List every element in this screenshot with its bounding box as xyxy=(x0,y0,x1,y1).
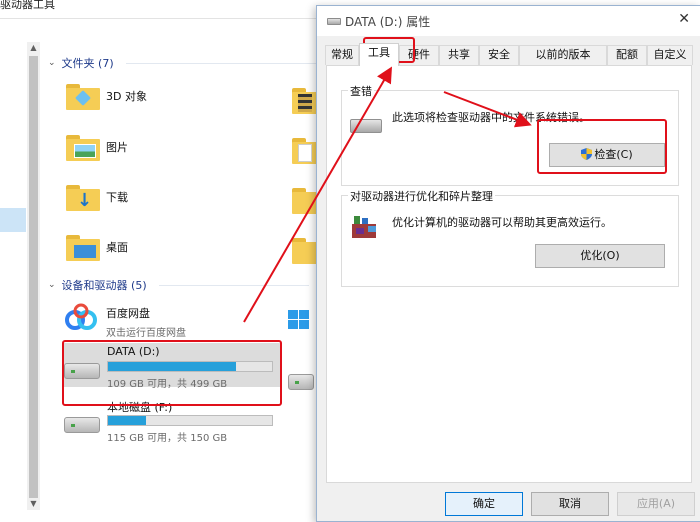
optimize-button[interactable]: 优化(O) xyxy=(535,244,665,268)
tab-bar: 常规 工具 硬件 共享 安全 以前的版本 配额 自定义 xyxy=(325,43,693,66)
drive-name: 本地磁盘 (F:) xyxy=(107,401,173,414)
drive-free-space: 115 GB 可用，共 150 GB xyxy=(107,433,228,444)
folders-group-label: 文件夹 (7) xyxy=(61,57,114,70)
drive-usage-fill xyxy=(108,362,236,371)
group-divider xyxy=(158,284,309,286)
defrag-icon xyxy=(352,216,376,238)
scroll-thumb[interactable] xyxy=(29,56,38,498)
nav-selected-item[interactable] xyxy=(0,208,26,232)
drive-usage-fill xyxy=(108,416,146,425)
netdisk-name: 百度网盘 xyxy=(106,307,150,320)
folder-item-downloads[interactable]: ↓ 下载 xyxy=(66,181,128,211)
dialog-titlebar[interactable]: DATA (D:) 属性 ✕ xyxy=(317,6,700,36)
close-icon[interactable]: ✕ xyxy=(678,11,690,27)
devices-group-header[interactable]: ⌄ 设备和驱动器 (5) xyxy=(48,277,309,293)
uac-shield-icon xyxy=(581,148,593,160)
error-check-group: 查错 此选项将检查驱动器中的文件系统错误。 检查(C) xyxy=(341,83,679,186)
ok-button[interactable]: 确定 xyxy=(445,492,523,516)
netdisk-item[interactable]: 百度网盘 双击运行百度网盘 xyxy=(64,303,186,339)
scroll-up-icon[interactable]: ▲ xyxy=(27,42,40,54)
dialog-title: DATA (D:) 属性 xyxy=(345,15,431,29)
group-divider xyxy=(125,62,326,64)
hard-drive-icon xyxy=(64,417,100,433)
folder-item-desktop[interactable]: 桌面 xyxy=(66,231,128,261)
windows-drive-icon[interactable] xyxy=(288,310,312,332)
tab-hardware[interactable]: 硬件 xyxy=(399,45,439,65)
drive-free-space: 109 GB 可用，共 499 GB xyxy=(107,379,228,390)
error-check-title: 查错 xyxy=(348,83,374,99)
folder-label: 桌面 xyxy=(106,241,128,254)
folder-label: 3D 对象 xyxy=(106,90,147,103)
tab-customize[interactable]: 自定义 xyxy=(647,45,693,65)
folders-group-header[interactable]: ⌄ 文件夹 (7) xyxy=(48,55,326,71)
check-button[interactable]: 检查(C) xyxy=(549,143,665,167)
drive-usage-bar xyxy=(107,415,273,426)
folder-label: 图片 xyxy=(106,141,128,154)
drive-item-d[interactable]: DATA (D:) 109 GB 可用，共 499 GB xyxy=(62,343,282,390)
drive-properties-dialog: DATA (D:) 属性 ✕ 常规 工具 硬件 共享 安全 以前的版本 配额 自… xyxy=(316,5,700,522)
folder-pictures-icon xyxy=(66,131,100,161)
folder-3d-objects-icon xyxy=(66,80,100,110)
folder-item-pictures[interactable]: 图片 xyxy=(66,131,128,161)
optimize-title: 对驱动器进行优化和碎片整理 xyxy=(348,188,495,204)
apply-button[interactable]: 应用(A) xyxy=(617,492,695,516)
netdisk-subtitle: 双击运行百度网盘 xyxy=(106,328,186,339)
drive-item-f[interactable]: 本地磁盘 (F:) 115 GB 可用，共 150 GB xyxy=(62,397,282,444)
devices-group-label: 设备和驱动器 (5) xyxy=(61,279,147,292)
drive-title-icon xyxy=(327,18,341,25)
hard-drive-icon xyxy=(64,363,100,379)
chevron-down-icon[interactable]: ⌄ xyxy=(48,58,56,68)
scroll-down-icon[interactable]: ▼ xyxy=(27,498,40,510)
folder-item-3d-objects[interactable]: 3D 对象 xyxy=(66,80,147,110)
hard-drive-icon[interactable] xyxy=(288,374,314,390)
nav-scrollbar[interactable]: ▲ ▼ xyxy=(27,42,40,510)
error-check-description: 此选项将检查驱动器中的文件系统错误。 xyxy=(392,111,590,124)
folder-desktop-icon xyxy=(66,231,100,261)
tab-previous-versions[interactable]: 以前的版本 xyxy=(519,45,607,65)
folder-downloads-icon: ↓ xyxy=(66,181,100,211)
navigation-pane[interactable] xyxy=(0,30,28,522)
optimize-group: 对驱动器进行优化和碎片整理 优化计算机的驱动器可以帮助其更高效运行。 优化(O) xyxy=(341,188,679,287)
tab-sharing[interactable]: 共享 xyxy=(439,45,479,65)
folder-label: 下载 xyxy=(106,191,128,204)
ribbon-tab-drive-tools[interactable]: 驱动器工具 xyxy=(0,0,55,12)
tab-quota[interactable]: 配额 xyxy=(607,45,647,65)
ribbon-divider xyxy=(0,18,320,19)
chevron-down-icon[interactable]: ⌄ xyxy=(48,280,56,290)
optimize-description: 优化计算机的驱动器可以帮助其更高效运行。 xyxy=(392,216,612,229)
check-button-label: 检查(C) xyxy=(594,148,633,161)
drive-usage-bar xyxy=(107,361,273,372)
cancel-button[interactable]: 取消 xyxy=(531,492,609,516)
tab-tools[interactable]: 工具 xyxy=(359,43,399,66)
drive-name: DATA (D:) xyxy=(107,345,160,358)
hard-drive-icon xyxy=(350,119,382,133)
tab-security[interactable]: 安全 xyxy=(479,45,519,65)
tab-general[interactable]: 常规 xyxy=(325,45,359,65)
tools-tab-panel: 查错 此选项将检查驱动器中的文件系统错误。 检查(C) 对驱动器进行优化和碎片整… xyxy=(326,65,692,483)
baidu-netdisk-icon xyxy=(65,303,97,330)
